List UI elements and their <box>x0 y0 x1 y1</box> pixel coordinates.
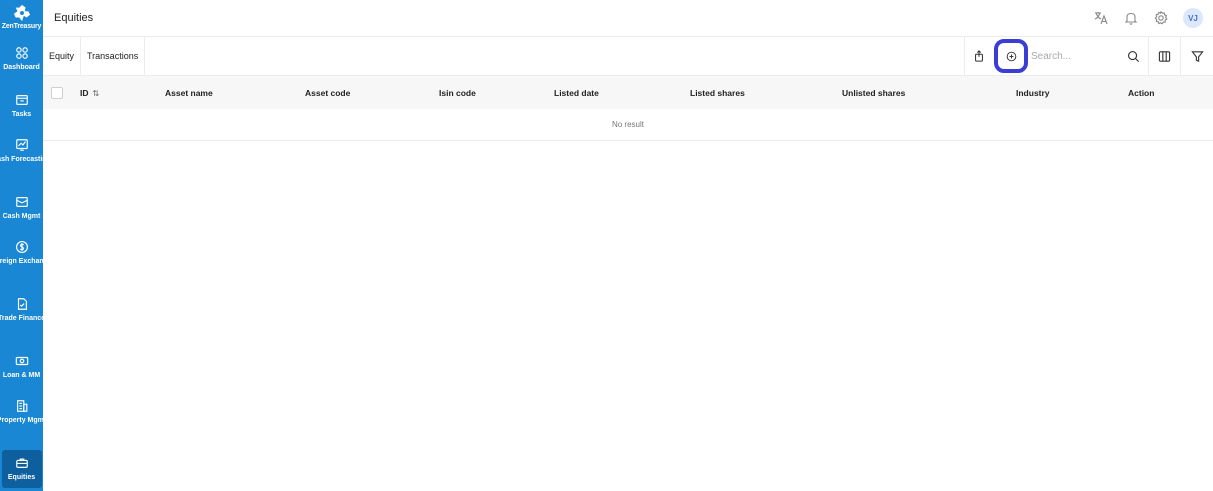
column-header-industry[interactable]: Industry <box>1016 88 1050 98</box>
sidebar-item-equities[interactable]: Equities <box>1 450 42 488</box>
tab-equity[interactable]: Equity <box>43 37 82 75</box>
dollar-icon <box>15 241 28 253</box>
forecast-icon <box>15 139 28 151</box>
empty-state: No result <box>611 120 644 129</box>
sidebar-item-label: Trade Finance <box>0 315 46 322</box>
column-header-asset-name[interactable]: Asset name <box>165 88 213 98</box>
column-header-isin-code[interactable]: Isin code <box>439 88 476 98</box>
dashboard-icon <box>15 47 28 59</box>
tab-transactions[interactable]: Transactions <box>81 37 146 75</box>
select-all-checkbox[interactable] <box>51 87 63 99</box>
equities-table: ID ⇅ Asset name Asset code Isin code List… <box>43 76 1213 141</box>
sidebar-item-dashboard[interactable]: Dashboard <box>0 40 43 87</box>
sidebar-item-label: Equities <box>7 474 36 481</box>
add-button-wrap <box>993 37 1029 75</box>
sidebar-item-label: Cash Forecasting <box>0 156 51 163</box>
sidebar-item-loan-mm[interactable]: Loan & MM <box>0 348 43 393</box>
brand-name: ZenTreasury <box>1 23 42 30</box>
sidebar-item-label: Property Mgmt <box>0 417 47 424</box>
search-input[interactable] <box>1029 50 1119 62</box>
columns-button[interactable] <box>1149 37 1181 75</box>
column-header-action: Action <box>1128 87 1155 98</box>
sidebar-item-label: Cash Mgmt <box>2 213 41 220</box>
export-button[interactable] <box>965 37 993 75</box>
document-icon <box>17 298 27 310</box>
sidebar-item-label: Foreign Exchange <box>0 258 52 265</box>
bell-icon[interactable] <box>1123 10 1139 26</box>
gear-icon[interactable] <box>1153 10 1169 26</box>
sidebar-item-tasks[interactable]: Tasks <box>0 87 43 132</box>
header-actions: VJ <box>1093 8 1203 28</box>
column-header-asset-code[interactable]: Asset code <box>305 88 350 98</box>
sidebar-item-cash-mgmt[interactable]: Cash Mgmt <box>0 189 43 234</box>
banknote-icon <box>15 356 28 366</box>
top-header: Equities VJ <box>43 0 1213 37</box>
brand[interactable]: ZenTreasury <box>0 0 43 40</box>
sidebar-item-label: Tasks <box>11 111 32 118</box>
search-box <box>1029 37 1149 75</box>
column-header-listed-date[interactable]: Listed date <box>554 88 599 98</box>
filter-icon <box>1190 50 1204 62</box>
column-header-listed-shares[interactable]: Listed shares <box>690 88 745 98</box>
filter-button[interactable] <box>1181 37 1213 75</box>
table-body: No result <box>43 109 1213 141</box>
briefcase-icon <box>15 458 28 468</box>
sidebar-item-trade-finance[interactable]: Trade Finance <box>0 291 46 348</box>
cash-icon <box>15 197 28 207</box>
table-header: ID ⇅ Asset name Asset code Isin code List… <box>43 76 1213 109</box>
sidebar-item-cash-forecasting[interactable]: Cash Forecasting <box>0 132 51 189</box>
sidebar-item-foreign-exchange[interactable]: Foreign Exchange <box>0 234 52 291</box>
building-icon <box>16 400 27 412</box>
sort-icon[interactable]: ⇅ <box>93 89 100 98</box>
toolbar: Equity Transactions <box>43 37 1213 76</box>
logo-icon <box>13 4 30 22</box>
sidebar-item-label: Dashboard <box>3 64 40 71</box>
tasks-icon <box>15 95 28 105</box>
translate-icon[interactable] <box>1093 10 1109 26</box>
column-header-label: ID <box>80 87 89 98</box>
export-icon <box>975 50 983 62</box>
plus-circle-icon <box>1006 51 1016 61</box>
add-button[interactable] <box>994 39 1028 73</box>
sidebar: ZenTreasury Dashboard Tasks Cash Forecas… <box>0 0 52 491</box>
tabs: Equity Transactions <box>43 37 146 75</box>
avatar[interactable]: VJ <box>1183 8 1203 28</box>
column-header-unlisted-shares[interactable]: Unlisted shares <box>842 88 905 98</box>
sidebar-item-property-mgmt[interactable]: Property Mgmt <box>0 393 47 450</box>
search-icon[interactable] <box>1127 50 1140 63</box>
columns-icon <box>1158 50 1171 62</box>
sidebar-item-label: Loan & MM <box>2 372 41 379</box>
toolbar-spacer <box>145 37 965 75</box>
column-header-id[interactable]: ID ⇅ <box>80 88 99 98</box>
page-title: Equities <box>54 12 94 24</box>
